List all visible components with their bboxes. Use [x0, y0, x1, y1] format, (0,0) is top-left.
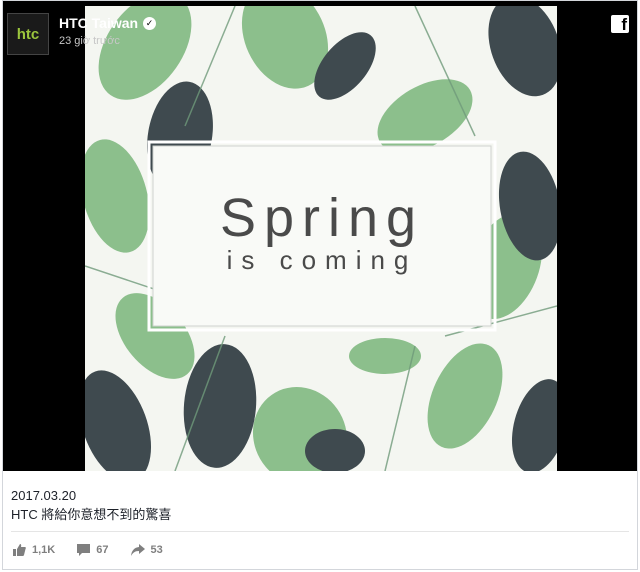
- facebook-post: Spring is coming htc HTC Taiwan ✓ 23 giờ…: [2, 0, 638, 570]
- verified-badge-icon: ✓: [143, 16, 157, 30]
- share-count: 53: [150, 544, 163, 556]
- like-button[interactable]: 1,1K: [13, 544, 55, 556]
- action-bar: 1,1K 67 53: [13, 544, 185, 556]
- thumbs-up-icon: [13, 544, 26, 556]
- divider: [11, 531, 629, 532]
- spring-illustration: Spring is coming: [85, 6, 557, 471]
- like-count: 1,1K: [32, 544, 56, 556]
- comment-button[interactable]: 67: [77, 544, 109, 556]
- subline-text: is coming: [227, 245, 418, 275]
- post-timestamp[interactable]: 23 giờ trước: [59, 35, 156, 47]
- post-header: htc HTC Taiwan ✓ 23 giờ trước: [7, 13, 157, 55]
- logo-text: htc: [16, 25, 40, 43]
- headline-text: Spring: [220, 188, 424, 248]
- post-media[interactable]: Spring is coming htc HTC Taiwan ✓ 23 giờ…: [3, 1, 637, 471]
- post-text: HTC 將給你意想不到的驚喜: [11, 507, 172, 522]
- comment-count: 67: [96, 544, 109, 556]
- share-button[interactable]: 53: [130, 544, 163, 556]
- page-avatar[interactable]: htc: [7, 13, 49, 55]
- share-icon: [130, 544, 145, 556]
- comment-icon: [77, 544, 91, 556]
- post-image[interactable]: Spring is coming: [85, 6, 557, 471]
- post-caption: 2017.03.20 HTC 將給你意想不到的驚喜: [11, 486, 171, 524]
- post-date: 2017.03.20: [11, 488, 77, 503]
- page-name[interactable]: HTC Taiwan: [59, 15, 138, 31]
- facebook-icon[interactable]: f: [611, 15, 629, 33]
